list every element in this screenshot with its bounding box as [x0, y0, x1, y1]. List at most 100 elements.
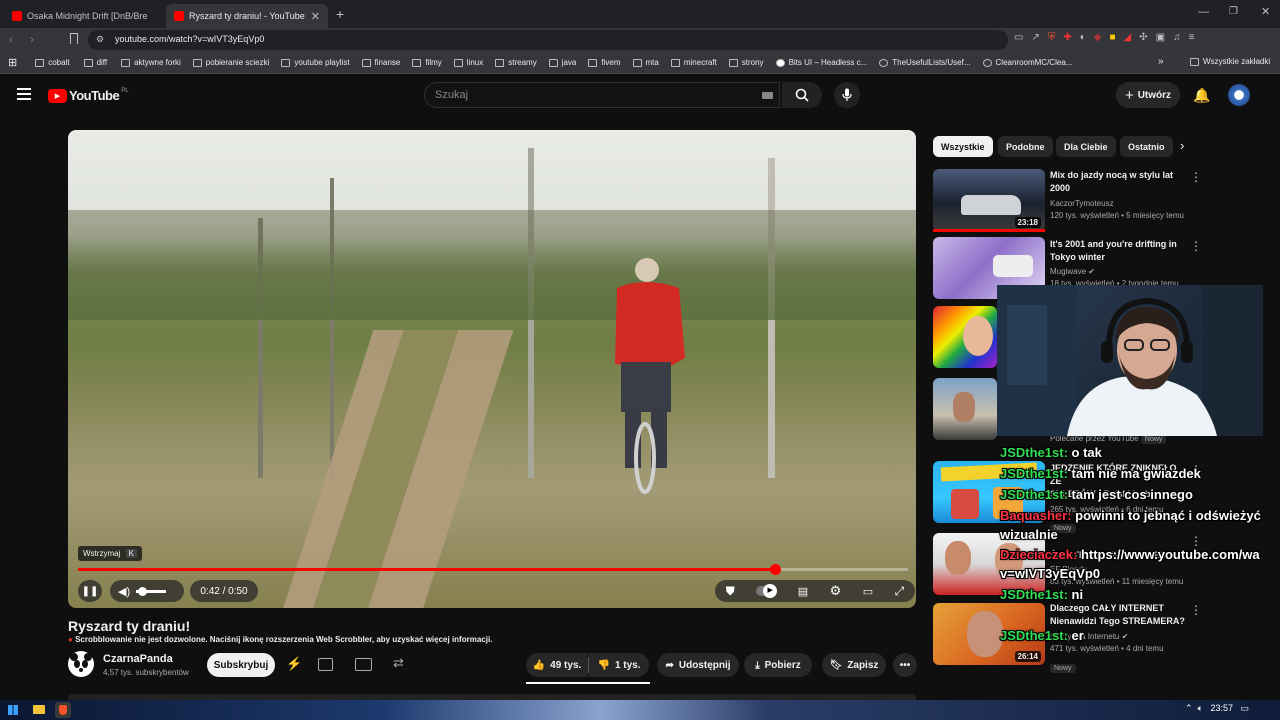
related-channel[interactable]: KaczorTymoteusz [1050, 198, 1114, 210]
image-icon[interactable] [318, 658, 333, 671]
bookmark-folder[interactable]: linux [453, 58, 483, 67]
close-tab-icon[interactable]: ✕ [311, 10, 320, 23]
theater-mode-icon[interactable]: ▭ [863, 585, 873, 598]
browser-tab-active[interactable]: Ryszard ty draniu! - YouTube ✕ [166, 4, 328, 28]
search-input[interactable]: Szukaj [424, 82, 780, 108]
volume-slider[interactable] [136, 586, 167, 596]
extension-icon[interactable]: ◢ [1124, 32, 1132, 43]
url-field[interactable]: youtube.com/watch?v=wIVT3yEqVp0 [88, 30, 1008, 50]
bookmark-folder[interactable]: mta [632, 58, 659, 67]
file-explorer-icon[interactable] [33, 705, 45, 714]
brave-shield-icon[interactable]: ⛨ [1048, 32, 1056, 43]
menu-icon[interactable]: ≡ [1189, 32, 1195, 43]
more-vertical-icon[interactable]: ⋮ [1190, 170, 1202, 184]
voice-search-button[interactable] [834, 82, 860, 108]
pause-button[interactable]: ❚❚ [78, 580, 102, 602]
video-player[interactable] [68, 130, 916, 608]
chip-all[interactable]: Wszystkie [933, 136, 993, 157]
bookmark-folder[interactable]: java [548, 58, 576, 67]
video-thumbnail[interactable] [933, 378, 997, 440]
sponsorblock-icon[interactable]: ⛊ [726, 584, 735, 599]
chip-related[interactable]: Podobne [998, 136, 1053, 157]
volume-control[interactable]: ◀) [110, 580, 184, 602]
bookmark-folder[interactable]: fivem [588, 58, 621, 67]
bookmark-folder[interactable]: finanse [361, 58, 400, 67]
restore-icon[interactable]: ❐ [1229, 6, 1238, 17]
chip-recent[interactable]: Ostatnio [1120, 136, 1173, 157]
autoplay-toggle[interactable]: ▶ [756, 584, 778, 598]
channel-name[interactable]: CzarnaPanda [103, 653, 173, 665]
chevron-up-icon[interactable]: ⌃ [1185, 703, 1193, 713]
bookmark-folder[interactable]: strony [728, 58, 764, 67]
forward-icon[interactable]: › [30, 32, 34, 46]
extension-icon[interactable]: ✚ [1063, 32, 1071, 43]
bookmark-item[interactable]: cobalt [35, 58, 70, 67]
miniplayer-icon[interactable] [355, 658, 372, 671]
speaker-icon[interactable]: 🔈︎ [1198, 703, 1203, 713]
more-vertical-icon[interactable]: ⋮ [1190, 534, 1202, 548]
site-info-icon[interactable]: ⚙ [96, 34, 104, 45]
subscribe-button[interactable]: Subskrybuj [207, 653, 275, 677]
bookmark-item[interactable]: CleanroomMC/Clea... [982, 58, 1072, 67]
chip-for-you[interactable]: Dla Ciebie [1056, 136, 1116, 157]
fullscreen-icon[interactable]: ⤢ [895, 584, 905, 599]
search-button[interactable] [782, 82, 822, 108]
settings-gear-icon[interactable]: ⚙ [830, 583, 842, 599]
bookmark-folder[interactable]: streamy [495, 58, 537, 67]
clock[interactable]: 23:57 [1210, 703, 1233, 713]
minimize-icon[interactable]: — [1198, 6, 1209, 18]
bookmark-item[interactable]: Bits UI – Headless c... [775, 58, 867, 67]
notifications-bell-icon[interactable]: 🔔 [1193, 87, 1210, 104]
bookmark-item[interactable]: pobieranie sciezki [192, 58, 269, 67]
more-vertical-icon[interactable]: ⋮ [1190, 239, 1202, 253]
keyboard-icon[interactable] [762, 92, 773, 99]
all-bookmarks[interactable]: Wszystkie zakładki [1190, 57, 1270, 66]
bookmark-icon[interactable] [70, 33, 78, 44]
download-button[interactable]: ⤓ Pobierz [744, 653, 812, 677]
browser-tab[interactable]: Osaka Midnight Drift [DnB/Break [4, 4, 162, 28]
video-thumbnail[interactable]: 23:18 [933, 169, 1045, 231]
share-icon[interactable]: ↗ [1031, 32, 1039, 43]
more-vertical-icon[interactable]: ⋮ [1190, 603, 1202, 617]
video-thumbnail[interactable] [933, 533, 1045, 595]
subtitles-icon[interactable]: ▤ [798, 585, 808, 598]
extension-icon[interactable]: ■ [1109, 32, 1115, 43]
share-button[interactable]: ➦ Udostępnij [657, 653, 739, 677]
puzzle-icon[interactable]: ✣ [1139, 32, 1147, 43]
more-actions-button[interactable]: ••• [893, 653, 917, 677]
bookmark-item[interactable]: diff [83, 58, 107, 67]
bookmark-item[interactable]: TheUsefulLists/Usef... [879, 58, 971, 67]
account-avatar[interactable] [1228, 84, 1250, 106]
create-button[interactable]: + Utwórz [1116, 82, 1180, 108]
hamburger-menu-icon[interactable] [17, 88, 31, 100]
close-window-icon[interactable]: ✕ [1261, 5, 1270, 18]
bolt-icon[interactable]: ⚡ [286, 656, 302, 672]
loop-icon[interactable]: ⇄ [393, 655, 404, 671]
bookmark-item[interactable]: youtube playlist [281, 58, 350, 67]
more-bookmarks-icon[interactable]: » [1158, 56, 1164, 67]
media-icon[interactable]: ♫ [1173, 32, 1181, 43]
youtube-logo[interactable]: ▶ YouTube PL [48, 88, 129, 103]
bookmark-item[interactable]: aktywne forki [121, 58, 181, 67]
volume-icon[interactable]: ◀) [118, 585, 130, 598]
chevron-right-icon[interactable]: › [1180, 138, 1184, 153]
notification-icon[interactable]: ▭ [1241, 703, 1250, 713]
start-windows-icon[interactable] [8, 705, 18, 715]
cast-icon[interactable]: ▭ [1014, 32, 1023, 43]
related-title[interactable]: Mix do jazdy nocą w stylu lat 2000 [1050, 169, 1185, 195]
bookmark-folder[interactable]: minecraft [670, 58, 717, 67]
save-button[interactable]: 🔖︎ Zapisz [822, 653, 886, 677]
apps-icon[interactable]: ⊞ [8, 56, 17, 69]
related-channel[interactable]: Mugiwave ✔ [1050, 266, 1095, 278]
new-tab-icon[interactable]: + [336, 6, 344, 22]
extension-icon[interactable]: ◐ [1080, 32, 1086, 43]
related-title[interactable]: Dlaczego CAŁY INTERNET Nienawidzi Tego ST… [1050, 602, 1185, 628]
extension-icon[interactable]: ◆ [1094, 32, 1102, 43]
like-button[interactable]: 👍 49 tys. [526, 653, 588, 677]
sidebar-icon[interactable]: ▣ [1156, 32, 1165, 43]
brave-taskbar-icon[interactable] [55, 702, 71, 718]
back-icon[interactable]: ‹ [9, 32, 13, 46]
dislike-button[interactable]: 👎 1 tys. [589, 653, 649, 677]
bookmark-folder[interactable]: filmy [412, 58, 442, 67]
video-thumbnail[interactable] [933, 306, 997, 368]
